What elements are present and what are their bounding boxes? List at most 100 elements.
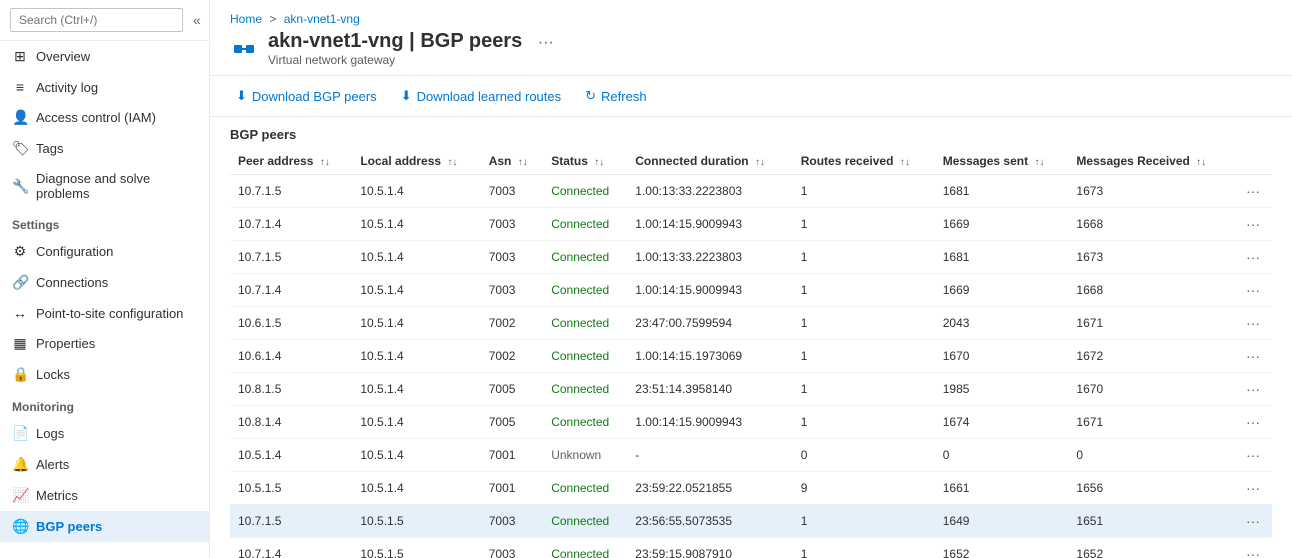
row-more-button[interactable]: ··· bbox=[1242, 346, 1264, 366]
cell-status: Connected bbox=[543, 274, 627, 307]
sidebar-item-label: Activity log bbox=[36, 80, 98, 95]
cell-peer-address: 10.5.1.4 bbox=[230, 439, 352, 472]
sidebar-nav-item-locks[interactable]: 🔒 Locks bbox=[0, 359, 209, 390]
cell-actions: ··· bbox=[1234, 274, 1272, 307]
cell-duration: 23:59:22.0521855 bbox=[627, 472, 792, 505]
row-more-button[interactable]: ··· bbox=[1242, 214, 1264, 234]
refresh-button[interactable]: ↻ Refresh bbox=[579, 84, 652, 108]
row-more-button[interactable]: ··· bbox=[1242, 511, 1264, 531]
sidebar-nav-item-logs[interactable]: 📄 Logs bbox=[0, 418, 209, 449]
breadcrumb-resource[interactable]: akn-vnet1-vng bbox=[284, 12, 360, 26]
collapse-button[interactable]: « bbox=[189, 10, 205, 30]
table-row: 10.7.1.4 10.5.1.5 7003 Connected 23:59:1… bbox=[230, 538, 1272, 558]
cell-peer-address: 10.7.1.5 bbox=[230, 175, 352, 208]
search-input[interactable] bbox=[10, 8, 183, 32]
row-more-button[interactable]: ··· bbox=[1242, 280, 1264, 300]
table-row: 10.7.1.5 10.5.1.4 7003 Connected 1.00:13… bbox=[230, 241, 1272, 274]
sidebar-nav-item-point-to-site[interactable]: ↔ Point-to-site configuration bbox=[0, 298, 209, 328]
cell-actions: ··· bbox=[1234, 505, 1272, 538]
cell-peer-address: 10.7.1.4 bbox=[230, 274, 352, 307]
row-more-button[interactable]: ··· bbox=[1242, 478, 1264, 498]
sidebar-nav-item-connections[interactable]: 🔗 Connections bbox=[0, 267, 209, 298]
table-row: 10.7.1.5 10.5.1.5 7003 Connected 23:56:5… bbox=[230, 505, 1272, 538]
sidebar-nav-item-diagnose[interactable]: 🔧 Diagnose and solve problems bbox=[0, 164, 209, 208]
cell-actions: ··· bbox=[1234, 307, 1272, 340]
sidebar-nav-item-activity-log[interactable]: ≡ Activity log bbox=[0, 72, 209, 102]
col-status[interactable]: Status ↑↓ bbox=[543, 148, 627, 175]
sidebar-nav-item-bgp-peers[interactable]: 🌐 BGP peers bbox=[0, 511, 209, 542]
col-routes-received[interactable]: Routes received ↑↓ bbox=[793, 148, 935, 175]
cell-status: Connected bbox=[543, 208, 627, 241]
sidebar-item-label: Point-to-site configuration bbox=[36, 306, 183, 321]
download-routes-icon: ⬇ bbox=[401, 88, 412, 104]
cell-routes: 1 bbox=[793, 406, 935, 439]
overview-icon: ⊞ bbox=[12, 48, 28, 65]
row-more-button[interactable]: ··· bbox=[1242, 544, 1264, 558]
sort-routes-icon[interactable]: ↑↓ bbox=[900, 157, 910, 168]
sidebar: « ⊞ Overview ≡ Activity log 👤 Access con… bbox=[0, 0, 210, 558]
cell-routes: 1 bbox=[793, 505, 935, 538]
sort-local-address-icon[interactable]: ↑↓ bbox=[447, 157, 457, 168]
row-more-button[interactable]: ··· bbox=[1242, 412, 1264, 432]
table-row: 10.8.1.4 10.5.1.4 7005 Connected 1.00:14… bbox=[230, 406, 1272, 439]
cell-actions: ··· bbox=[1234, 538, 1272, 558]
cell-asn: 7003 bbox=[481, 241, 543, 274]
cell-routes: 1 bbox=[793, 538, 935, 558]
sidebar-nav-item-metrics[interactable]: 📈 Metrics bbox=[0, 480, 209, 511]
col-messages-sent[interactable]: Messages sent ↑↓ bbox=[935, 148, 1069, 175]
sort-received-icon[interactable]: ↑↓ bbox=[1196, 157, 1206, 168]
sidebar-nav-item-configuration[interactable]: ⚙ Configuration bbox=[0, 236, 209, 267]
cell-peer-address: 10.7.1.5 bbox=[230, 241, 352, 274]
col-peer-address[interactable]: Peer address ↑↓ bbox=[230, 148, 352, 175]
sidebar-nav-item-access-control[interactable]: 👤 Access control (IAM) bbox=[0, 102, 209, 133]
cell-status: Connected bbox=[543, 307, 627, 340]
sidebar-item-label: Properties bbox=[36, 336, 95, 351]
cell-peer-address: 10.7.1.4 bbox=[230, 538, 352, 558]
sort-duration-icon[interactable]: ↑↓ bbox=[755, 157, 765, 168]
sidebar-item-label: Locks bbox=[36, 367, 70, 382]
cell-received: 1671 bbox=[1068, 406, 1234, 439]
cell-received: 1656 bbox=[1068, 472, 1234, 505]
sidebar-nav-item-alerts[interactable]: 🔔 Alerts bbox=[0, 449, 209, 480]
cell-asn: 7001 bbox=[481, 472, 543, 505]
sort-sent-icon[interactable]: ↑↓ bbox=[1034, 157, 1044, 168]
row-more-button[interactable]: ··· bbox=[1242, 181, 1264, 201]
cell-received: 1652 bbox=[1068, 538, 1234, 558]
sort-status-icon[interactable]: ↑↓ bbox=[594, 157, 604, 168]
properties-icon: ▦ bbox=[12, 335, 28, 352]
col-asn[interactable]: Asn ↑↓ bbox=[481, 148, 543, 175]
breadcrumb-home[interactable]: Home bbox=[230, 12, 262, 26]
row-more-button[interactable]: ··· bbox=[1242, 379, 1264, 399]
cell-actions: ··· bbox=[1234, 439, 1272, 472]
sidebar-nav-item-overview[interactable]: ⊞ Overview bbox=[0, 41, 209, 72]
col-messages-received[interactable]: Messages Received ↑↓ bbox=[1068, 148, 1234, 175]
row-more-button[interactable]: ··· bbox=[1242, 247, 1264, 267]
cell-local-address: 10.5.1.4 bbox=[352, 340, 480, 373]
cell-routes: 1 bbox=[793, 307, 935, 340]
sidebar-nav-item-tags[interactable]: 🏷 Tags bbox=[0, 133, 209, 164]
cell-asn: 7003 bbox=[481, 208, 543, 241]
table-row: 10.8.1.5 10.5.1.4 7005 Connected 23:51:1… bbox=[230, 373, 1272, 406]
cell-sent: 1674 bbox=[935, 406, 1069, 439]
sidebar-nav-item-properties[interactable]: ▦ Properties bbox=[0, 328, 209, 359]
cell-asn: 7003 bbox=[481, 274, 543, 307]
monitoring-section-label: Monitoring bbox=[0, 390, 209, 418]
sidebar-item-label: BGP peers bbox=[36, 519, 102, 534]
access-control-icon: 👤 bbox=[12, 109, 28, 126]
sidebar-item-label: Configuration bbox=[36, 244, 113, 259]
row-more-button[interactable]: ··· bbox=[1242, 445, 1264, 465]
sort-peer-address-icon[interactable]: ↑↓ bbox=[320, 157, 330, 168]
col-local-address[interactable]: Local address ↑↓ bbox=[352, 148, 480, 175]
cell-local-address: 10.5.1.4 bbox=[352, 439, 480, 472]
page-more-options[interactable]: ··· bbox=[538, 34, 554, 51]
row-more-button[interactable]: ··· bbox=[1242, 313, 1264, 333]
cell-actions: ··· bbox=[1234, 406, 1272, 439]
cell-sent: 1985 bbox=[935, 373, 1069, 406]
cell-asn: 7005 bbox=[481, 373, 543, 406]
col-connected-duration[interactable]: Connected duration ↑↓ bbox=[627, 148, 792, 175]
download-routes-button[interactable]: ⬇ Download learned routes bbox=[395, 84, 567, 108]
download-bgp-button[interactable]: ⬇ Download BGP peers bbox=[230, 84, 383, 108]
refresh-label: Refresh bbox=[601, 89, 647, 104]
sort-asn-icon[interactable]: ↑↓ bbox=[518, 157, 528, 168]
cell-asn: 7002 bbox=[481, 307, 543, 340]
